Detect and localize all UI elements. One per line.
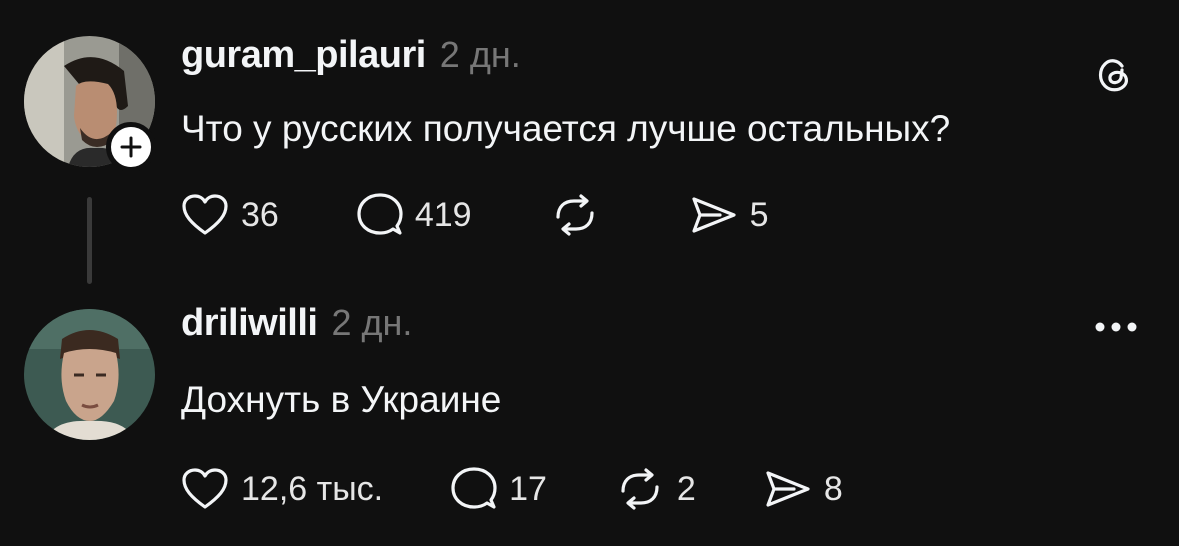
- thread-post: guram_pilauri 2 дн. Что у русских получа…: [0, 0, 1179, 284]
- username[interactable]: guram_pilauri: [181, 34, 426, 77]
- speech-bubble-icon: [451, 467, 497, 509]
- reply-button[interactable]: 419: [357, 192, 472, 238]
- repost-button[interactable]: 2: [615, 467, 696, 511]
- repost-icon: [555, 194, 594, 236]
- speech-bubble-icon: [357, 193, 403, 235]
- username[interactable]: driliwilli: [181, 302, 318, 345]
- action-bar: 12,6 тыс. 17 2 8: [181, 464, 911, 514]
- repost-count: 2: [676, 469, 696, 508]
- reply-button[interactable]: 17: [451, 466, 547, 512]
- reply-count: 17: [509, 469, 547, 508]
- post-header: driliwilli 2 дн.: [181, 302, 412, 350]
- like-button[interactable]: 12,6 тыс.: [181, 467, 383, 511]
- thread-post: driliwilli 2 дн. Дохнуть в Украине 12,6 …: [0, 280, 1179, 546]
- repost-icon: [621, 468, 659, 510]
- timestamp: 2 дн.: [439, 34, 521, 75]
- repost-button[interactable]: [550, 193, 612, 237]
- share-count: 8: [823, 469, 843, 508]
- action-bar: 36 419 5: [181, 190, 846, 240]
- like-count: 36: [241, 195, 279, 234]
- like-count: 12,6 тыс.: [241, 469, 384, 508]
- more-dots-icon[interactable]: [1094, 320, 1138, 338]
- heart-icon: [182, 468, 228, 509]
- threads-logo-icon[interactable]: [1094, 54, 1134, 99]
- thread-connector-line: [87, 197, 92, 284]
- avatar[interactable]: [24, 309, 155, 440]
- send-icon: [691, 197, 736, 233]
- share-button[interactable]: 5: [690, 194, 769, 236]
- like-button[interactable]: 36: [181, 193, 279, 237]
- post-header: guram_pilauri 2 дн.: [181, 34, 521, 82]
- share-count: 5: [749, 195, 769, 234]
- reply-count: 419: [414, 195, 472, 234]
- send-icon: [766, 471, 810, 507]
- heart-icon: [182, 194, 228, 235]
- share-button[interactable]: 8: [764, 468, 843, 510]
- follow-button[interactable]: [106, 122, 156, 172]
- post-text: Дохнуть в Украине: [181, 379, 502, 420]
- post-text: Что у русских получается лучше остальных…: [181, 108, 951, 149]
- timestamp: 2 дн.: [331, 302, 413, 343]
- plus-icon: [120, 136, 142, 158]
